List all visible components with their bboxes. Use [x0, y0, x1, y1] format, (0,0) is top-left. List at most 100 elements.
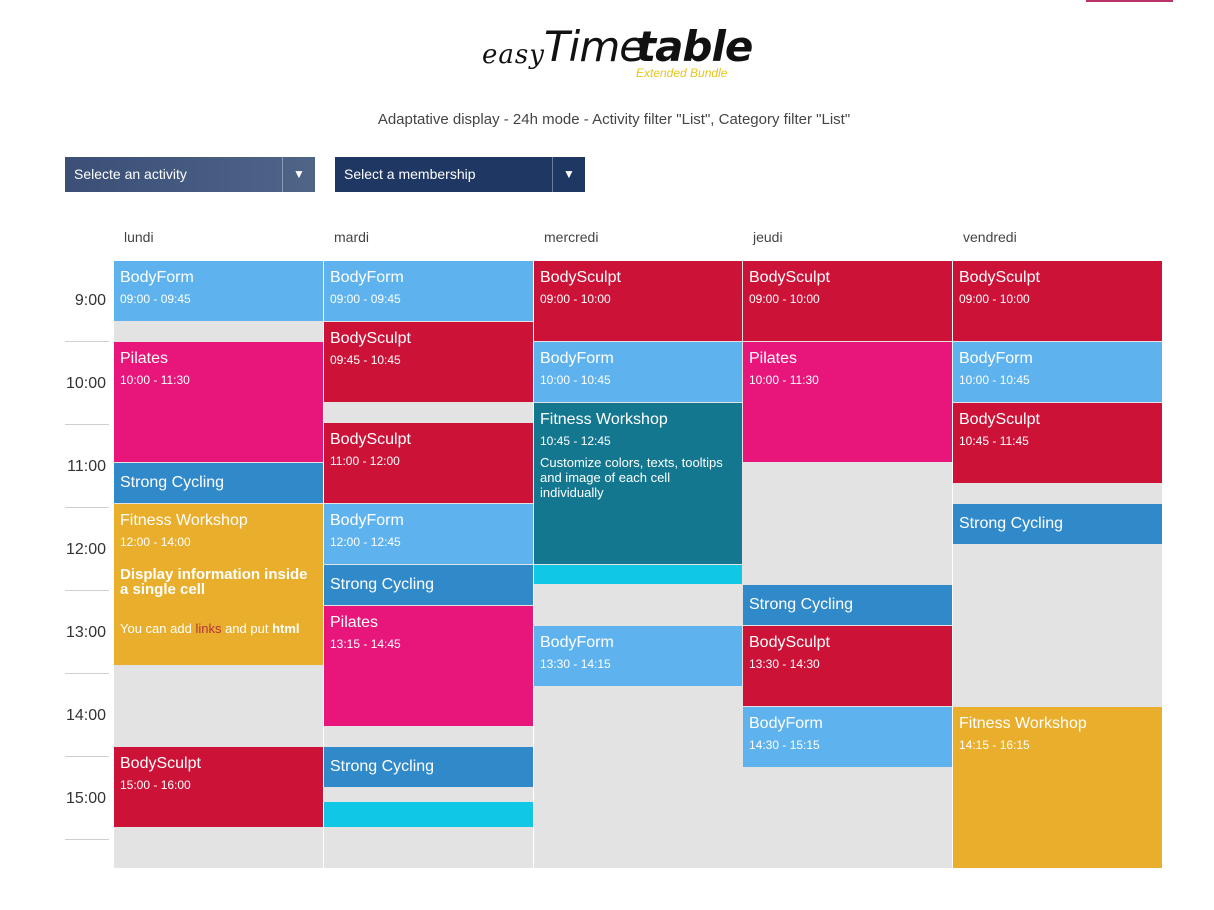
note-text: and put — [221, 621, 273, 636]
event-time: 09:00 - 10:00 — [959, 292, 1030, 306]
activity-filter-label: Selecte an activity — [74, 166, 187, 182]
event-name: BodySculpt — [749, 634, 830, 651]
time-divider — [65, 341, 109, 342]
event-link[interactable]: links — [195, 621, 221, 636]
event-cell[interactable]: BodySculpt 11:00 - 12:00 — [324, 423, 533, 503]
event-cell[interactable]: BodySculpt 09:00 - 10:00 — [534, 261, 742, 341]
activity-filter-select[interactable]: Selecte an activity ▼ — [65, 157, 315, 192]
membership-filter-label: Select a membership — [344, 166, 476, 182]
event-time: 12:00 - 12:45 — [330, 535, 401, 549]
event-time: 10:45 - 12:45 — [540, 434, 611, 448]
dropdown-arrow-icon[interactable]: ▼ — [282, 157, 315, 192]
event-cell[interactable]: Strong Cycling — [743, 585, 952, 625]
event-cell[interactable]: Strong Cycling — [324, 565, 533, 605]
event-time: 10:00 - 11:30 — [749, 373, 819, 387]
event-cell[interactable]: Pilates 10:00 - 11:30 — [114, 342, 323, 462]
time-label: 13:00 — [65, 624, 106, 641]
logo-easy: easy — [482, 40, 545, 70]
event-time: 13:30 - 14:30 — [749, 657, 820, 671]
time-divider — [65, 507, 109, 508]
event-cell[interactable]: BodySculpt 09:45 - 10:45 — [324, 322, 533, 402]
day-header-vendredi: vendredi — [963, 229, 1017, 245]
time-label: 14:00 — [65, 707, 106, 724]
event-name: BodySculpt — [959, 269, 1040, 286]
event-name: BodyForm — [959, 350, 1033, 367]
event-name: BodySculpt — [330, 431, 411, 448]
event-time: 13:15 - 14:45 — [330, 637, 401, 651]
event-cell-untitled[interactable] — [534, 565, 742, 584]
event-cell-featured[interactable]: Fitness Workshop 12:00 - 14:00 Display i… — [114, 504, 323, 665]
event-time: 14:15 - 16:15 — [959, 738, 1030, 752]
event-time: 09:00 - 10:00 — [749, 292, 820, 306]
page-subtitle: Adaptative display - 24h mode - Activity… — [377, 111, 851, 128]
event-cell[interactable]: BodySculpt 13:30 - 14:30 — [743, 626, 952, 706]
event-name: BodySculpt — [749, 269, 830, 286]
event-name: BodySculpt — [540, 269, 621, 286]
event-time: 09:45 - 10:45 — [330, 353, 401, 367]
event-cell-untitled[interactable] — [324, 802, 533, 827]
time-label: 11:00 — [67, 458, 106, 475]
event-name: BodyForm — [330, 512, 404, 529]
event-cell[interactable]: BodyForm 12:00 - 12:45 — [324, 504, 533, 564]
event-name: BodyForm — [120, 269, 194, 286]
event-cell[interactable]: BodySculpt 09:00 - 10:00 — [953, 261, 1162, 341]
membership-filter-select[interactable]: Select a membership ▼ — [335, 157, 585, 192]
day-header-mercredi: mercredi — [544, 229, 599, 245]
event-time: 09:00 - 09:45 — [120, 292, 191, 306]
event-cell-featured[interactable]: Fitness Workshop 10:45 - 12:45 Customize… — [534, 403, 742, 564]
event-cell[interactable]: BodyForm 09:00 - 09:45 — [114, 261, 323, 321]
app-logo: easy Time table Extended Bundle — [482, 22, 753, 86]
event-cell[interactable]: Fitness Workshop 14:15 - 16:15 — [953, 707, 1162, 868]
event-cell[interactable]: BodyForm 13:30 - 14:15 — [534, 626, 742, 686]
time-divider — [65, 839, 109, 840]
event-time: 09:00 - 09:45 — [330, 292, 401, 306]
event-name: Pilates — [330, 614, 379, 631]
event-cell[interactable]: Strong Cycling — [324, 747, 533, 787]
time-label: 12:00 — [65, 541, 106, 558]
event-cell[interactable]: Strong Cycling — [953, 504, 1162, 544]
event-name: Strong Cycling — [330, 576, 435, 593]
event-cell[interactable]: BodySculpt 15:00 - 16:00 — [114, 747, 323, 827]
day-header-mardi: mardi — [334, 229, 370, 245]
event-cell[interactable]: BodyForm 10:00 - 10:45 — [534, 342, 742, 402]
event-name: Strong Cycling — [120, 474, 225, 491]
top-accent-bar — [1086, 0, 1173, 2]
event-cell[interactable]: BodySculpt 10:45 - 11:45 — [953, 403, 1162, 483]
event-name: BodySculpt — [959, 411, 1040, 428]
event-name: BodyForm — [330, 269, 404, 286]
event-cell[interactable]: BodyForm 14:30 - 15:15 — [743, 707, 952, 767]
event-name: BodyForm — [540, 350, 614, 367]
event-cell[interactable]: BodySculpt 09:00 - 10:00 — [743, 261, 952, 341]
event-name: Pilates — [120, 350, 169, 367]
note-bold: html — [272, 621, 300, 636]
event-description: Customize colors, texts, tooltips and im… — [540, 455, 723, 500]
event-time: 12:00 - 14:00 — [120, 535, 191, 549]
logo-time: Time — [544, 22, 645, 71]
event-time: 15:00 - 16:00 — [120, 778, 191, 792]
event-name: BodyForm — [749, 715, 823, 732]
event-cell[interactable]: Strong Cycling — [114, 463, 323, 503]
event-cell[interactable]: BodyForm 10:00 - 10:45 — [953, 342, 1162, 402]
event-time: 10:00 - 11:30 — [120, 373, 190, 387]
event-name: Fitness Workshop — [120, 512, 248, 529]
event-html-note: You can add links and put html — [120, 621, 317, 636]
event-cell[interactable]: BodyForm 09:00 - 09:45 — [324, 261, 533, 321]
event-time: 10:00 - 10:45 — [959, 373, 1030, 387]
logo-bundle: Extended Bundle — [636, 66, 728, 80]
dropdown-arrow-icon[interactable]: ▼ — [552, 157, 585, 192]
note-text: You can add — [120, 621, 196, 636]
event-time: 14:30 - 15:15 — [749, 738, 820, 752]
day-header-jeudi: jeudi — [753, 229, 783, 245]
time-divider — [65, 590, 109, 591]
event-name: Pilates — [749, 350, 798, 367]
event-time: 11:00 - 12:00 — [330, 454, 400, 468]
event-name: Strong Cycling — [959, 515, 1064, 532]
event-cell[interactable]: Pilates 10:00 - 11:30 — [743, 342, 952, 462]
event-name: BodyForm — [540, 634, 614, 651]
time-divider — [65, 424, 109, 425]
event-time: 10:45 - 11:45 — [959, 434, 1029, 448]
event-cell[interactable]: Pilates 13:15 - 14:45 — [324, 606, 533, 726]
event-time: 09:00 - 10:00 — [540, 292, 611, 306]
event-name: Fitness Workshop — [959, 715, 1087, 732]
time-divider — [65, 756, 109, 757]
